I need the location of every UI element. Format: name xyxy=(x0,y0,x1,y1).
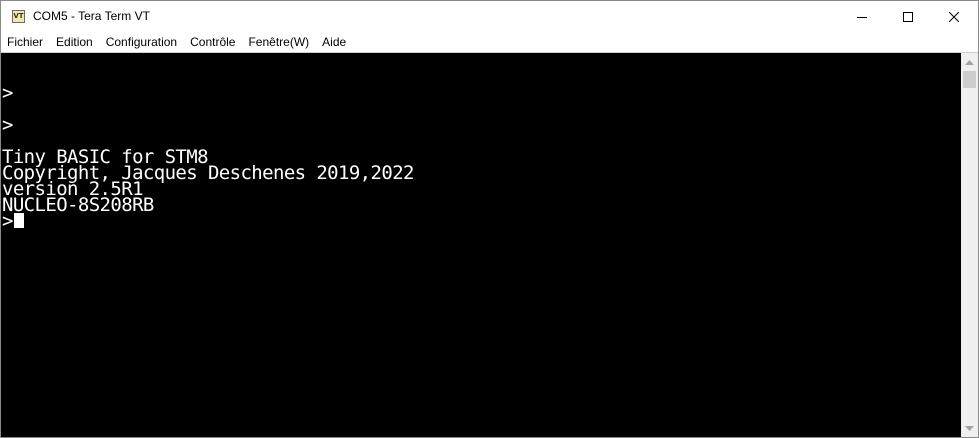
title-bar[interactable]: VT COM5 - Tera Term VT xyxy=(1,1,978,32)
terminal-line: NUCLEO-8S208RB xyxy=(2,194,154,216)
app-icon[interactable]: VT xyxy=(12,10,25,23)
close-button[interactable] xyxy=(931,1,977,32)
vertical-scrollbar[interactable] xyxy=(961,53,978,437)
maximize-button[interactable] xyxy=(885,1,931,32)
menu-aide[interactable]: Aide xyxy=(316,32,353,52)
window-title: COM5 - Tera Term VT xyxy=(33,9,150,23)
terminal-line: > xyxy=(2,114,13,136)
text-cursor xyxy=(14,213,24,228)
menu-bar: Fichier Edition Configuration Contrôle F… xyxy=(1,32,978,52)
scroll-thumb[interactable] xyxy=(963,71,976,88)
terminal-prompt: > xyxy=(2,210,13,232)
scroll-down-button[interactable] xyxy=(961,420,978,437)
minimize-button[interactable] xyxy=(839,1,885,32)
scroll-up-button[interactable] xyxy=(961,53,978,70)
terminal-line: > xyxy=(2,82,13,104)
maximize-icon xyxy=(903,11,913,22)
terminal-screen[interactable]: > > Tiny BASIC for STM8 Copyright, Jacqu… xyxy=(1,53,961,437)
menu-edition[interactable]: Edition xyxy=(50,32,100,52)
scroll-up-arrow-icon xyxy=(965,59,974,65)
menu-configuration[interactable]: Configuration xyxy=(100,32,184,52)
scroll-down-arrow-icon xyxy=(965,425,974,431)
minimize-icon xyxy=(857,16,867,18)
menu-controle[interactable]: Contrôle xyxy=(184,32,242,52)
close-icon xyxy=(949,11,959,22)
tera-term-window: VT COM5 - Tera Term VT Fichier Edition C… xyxy=(0,0,979,438)
menu-fenetre[interactable]: Fenêtre(W) xyxy=(242,32,316,52)
menu-fichier[interactable]: Fichier xyxy=(1,32,50,52)
